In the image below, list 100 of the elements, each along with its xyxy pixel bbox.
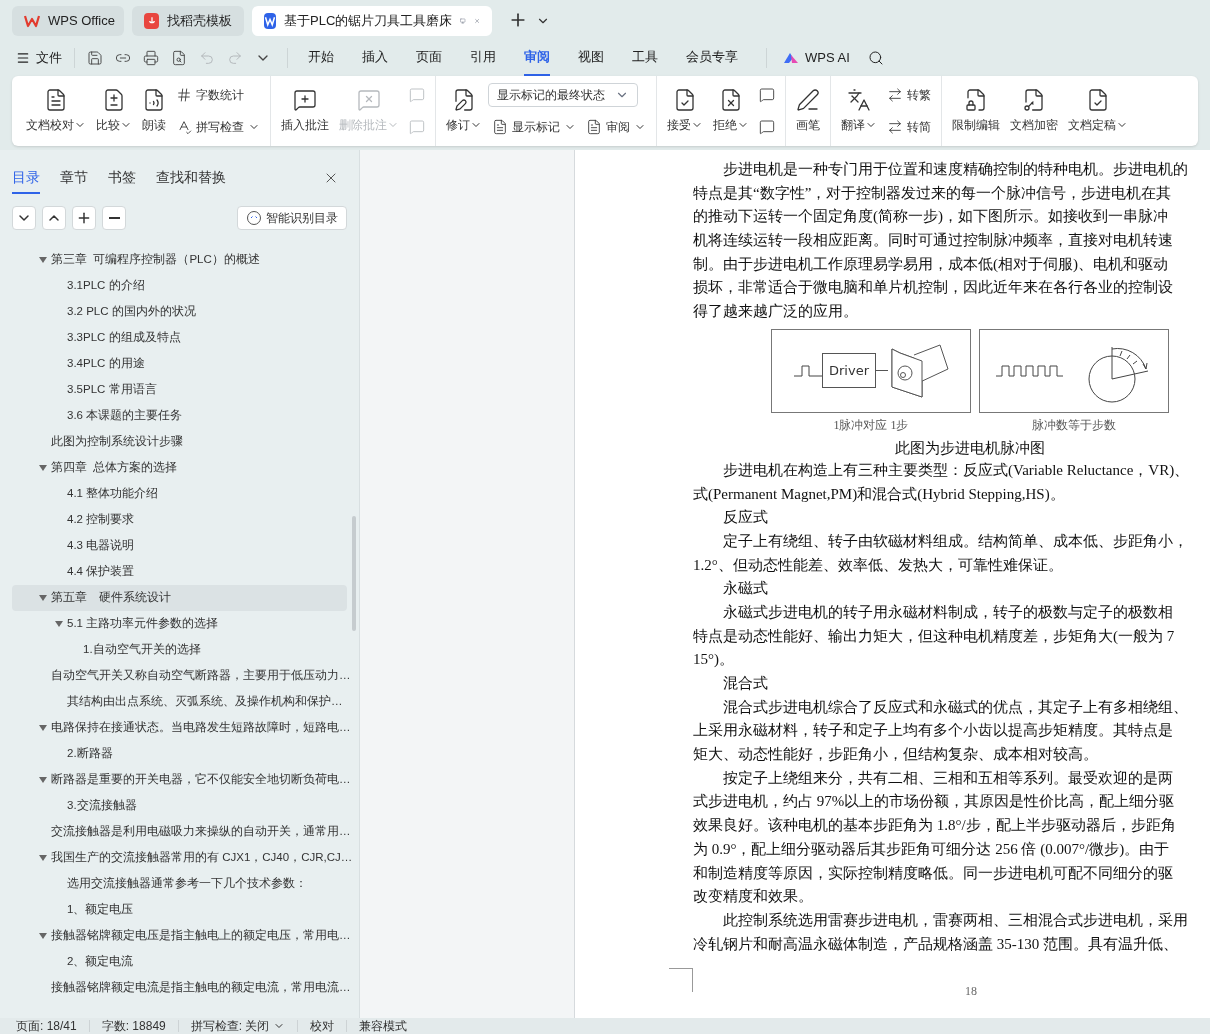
- outline-item[interactable]: 3.1PLC 的介绍: [12, 273, 347, 299]
- page-count[interactable]: 页面: 18/41: [4, 1020, 90, 1032]
- ribbon-small-button[interactable]: 审阅: [582, 115, 650, 139]
- sidebar-tab[interactable]: 书签: [108, 162, 136, 194]
- expand-arrow-icon[interactable]: [39, 256, 47, 264]
- ribbon-button[interactable]: 文档加密: [1006, 80, 1062, 142]
- save-icon[interactable]: [87, 50, 103, 66]
- ribbon-small-button[interactable]: 转繁: [883, 83, 935, 107]
- outline-item[interactable]: 3.6 本课题的主要任务: [12, 403, 347, 429]
- plus-icon: [76, 210, 92, 226]
- delete-comment-icon: [357, 88, 381, 112]
- outline-item[interactable]: 电路保持在接通状态。当电路发生短路故障时，短路电…: [12, 715, 347, 741]
- markup-select[interactable]: 显示标记的最终状态: [488, 83, 638, 107]
- writer-logo-icon: [264, 13, 276, 29]
- document-text-line: 冷轧钢片和耐高温永磁体制造，产品规格涵盖 35-130 范围。具有温升低、: [693, 934, 1179, 954]
- wps-ai-button[interactable]: WPS AI: [805, 48, 850, 68]
- outline-item[interactable]: 4.4 保护装置: [12, 559, 347, 585]
- ribbon-small-button[interactable]: 转简: [883, 115, 935, 139]
- document-tab[interactable]: 基于PLC的锯片刀具工具磨床: [252, 6, 492, 36]
- outline-item[interactable]: 此图为控制系统设计步骤: [12, 429, 347, 455]
- ribbon-tab[interactable]: 插入: [362, 40, 388, 76]
- word-count-icon: [176, 87, 192, 103]
- expand-button[interactable]: [42, 206, 66, 230]
- ribbon-small-button[interactable]: 字数统计: [172, 83, 248, 107]
- outline-item[interactable]: 选用交流接触器通常参考一下几个技术参数：: [12, 871, 347, 897]
- expand-arrow-icon[interactable]: [39, 776, 47, 784]
- ribbon-button[interactable]: 文档定稿: [1064, 80, 1132, 142]
- ribbon-tab[interactable]: 会员专享: [686, 40, 738, 76]
- collapse-button[interactable]: [12, 206, 36, 230]
- outline-item[interactable]: 3.2 PLC 的国内外的状况: [12, 299, 347, 325]
- ribbon-small-button[interactable]: 显示标记: [488, 115, 580, 139]
- spell-check-status[interactable]: 拼写检查: 关闭: [178, 1020, 299, 1032]
- print-preview-icon[interactable]: [171, 50, 187, 66]
- accept-icon: [673, 88, 697, 112]
- ribbon-button[interactable]: 朗读: [138, 80, 170, 142]
- file-menu[interactable]: 文件: [16, 48, 75, 68]
- outline-item[interactable]: 4.3 电器说明: [12, 533, 347, 559]
- proofread-status[interactable]: 校对: [298, 1020, 348, 1032]
- outline-item[interactable]: 第四章 总体方案的选择: [12, 455, 347, 481]
- outline-item[interactable]: 3.4PLC 的用途: [12, 351, 347, 377]
- ribbon-button[interactable]: 文档校对: [22, 80, 90, 142]
- ribbon-tab[interactable]: 工具: [632, 40, 658, 76]
- outline-item[interactable]: 1.自动空气开关的选择: [12, 637, 347, 663]
- expand-arrow-icon[interactable]: [39, 464, 47, 472]
- expand-arrow-icon[interactable]: [39, 724, 47, 732]
- ribbon-button[interactable]: 接受: [663, 80, 707, 142]
- document-text-line: 式(Permanent Magnet,PM)和混合式(Hybrid Stepping,HS)。: [693, 484, 1066, 504]
- sidebar-tab[interactable]: 章节: [60, 162, 88, 194]
- ribbon-small-button[interactable]: 拼写检查: [172, 115, 264, 139]
- outline-item[interactable]: 第五章 硬件系统设计: [12, 585, 347, 611]
- ribbon-tab[interactable]: 引用: [470, 40, 496, 76]
- document-text-line: 此控制系统选用雷赛步进电机，雷赛两相、三相混合式步进电机，采用: [722, 910, 1189, 930]
- outline-item[interactable]: 接触器铭牌额定电压是指主触电上的额定电压，常用电…: [12, 923, 347, 949]
- outline-item[interactable]: 第三章 可编程序控制器（PLC）的概述: [12, 247, 347, 273]
- promote-button[interactable]: [72, 206, 96, 230]
- outline-item[interactable]: 5.1 主路功率元件参数的选择: [12, 611, 347, 637]
- outline-item[interactable]: 交流接触器是利用电磁吸力来操纵的自动开关，通常用…: [12, 819, 347, 845]
- word-count[interactable]: 字数: 18849: [89, 1020, 179, 1032]
- pulse-train-drawing: [996, 364, 1066, 377]
- demote-button[interactable]: [102, 206, 126, 230]
- ribbon-button[interactable]: 修订: [442, 80, 486, 142]
- outline-item[interactable]: 4.2 控制要求: [12, 507, 347, 533]
- document-tab[interactable]: WPS Office: [12, 6, 124, 36]
- smart-toc-icon: [246, 210, 262, 226]
- ribbon-button[interactable]: 翻译: [837, 80, 881, 142]
- expand-arrow-icon[interactable]: [55, 620, 63, 628]
- ribbon-button[interactable]: 插入批注: [277, 80, 333, 142]
- ribbon-button[interactable]: 画笔: [792, 80, 824, 142]
- expand-arrow-icon[interactable]: [39, 594, 47, 602]
- expand-arrow-icon[interactable]: [39, 932, 47, 940]
- figure-caption: 1脉冲对应 1步: [832, 416, 910, 434]
- print-icon[interactable]: [143, 50, 159, 66]
- ribbon-button[interactable]: 拒绝: [709, 80, 753, 142]
- outline-item[interactable]: 3.交流接触器: [12, 793, 347, 819]
- document-text-line: 制。由于步进电机工作原理易学易用，成本低(相对于伺服)、电机和驱动: [693, 254, 1169, 274]
- sidebar-tab[interactable]: 目录: [12, 162, 40, 194]
- search-icon[interactable]: [867, 50, 884, 66]
- ribbon-tab[interactable]: 页面: [416, 40, 442, 76]
- document-tab[interactable]: 找稻壳模板: [132, 6, 244, 36]
- outline-item[interactable]: 2、额定电流: [12, 949, 347, 975]
- outline-item[interactable]: 其结构由出点系统、灭弧系统、及操作机构和保护…: [12, 689, 347, 715]
- ribbon-button[interactable]: 比较: [92, 80, 136, 142]
- document-text-line: 混合式步进电机综合了反应式和永磁式的优点，其定子上有多相绕组、: [722, 697, 1189, 717]
- scrollbar[interactable]: [352, 516, 356, 631]
- outline-item[interactable]: 1、额定电压: [12, 897, 347, 923]
- outline-item[interactable]: 断路器是重要的开关电器，它不仅能安全地切断负荷电…: [12, 767, 347, 793]
- ribbon-tab[interactable]: 视图: [578, 40, 604, 76]
- ribbon-button[interactable]: 限制编辑: [948, 80, 1004, 142]
- outline-item[interactable]: 接触器铭牌额定电流是指主触电的额定电流，常用电流…: [12, 975, 347, 1001]
- expand-arrow-icon[interactable]: [39, 854, 47, 862]
- compat-mode-status: 兼容模式: [358, 1020, 409, 1032]
- outline-item[interactable]: 2.断路器: [12, 741, 347, 767]
- sidebar-tab[interactable]: 查找和替换: [156, 162, 226, 194]
- outline-item[interactable]: 自动空气开关又称自动空气断路器，主要用于低压动力…: [12, 663, 347, 689]
- outline-item[interactable]: 3.5PLC 常用语言: [12, 377, 347, 403]
- ribbon-tab[interactable]: 开始: [308, 40, 334, 76]
- outline-item[interactable]: 4.1 整体功能介绍: [12, 481, 347, 507]
- pulse-drawing: [794, 364, 822, 377]
- smart-toc-button[interactable]: 智能识别目录: [237, 206, 347, 230]
- outline-item[interactable]: 3.3PLC 的组成及特点: [12, 325, 347, 351]
